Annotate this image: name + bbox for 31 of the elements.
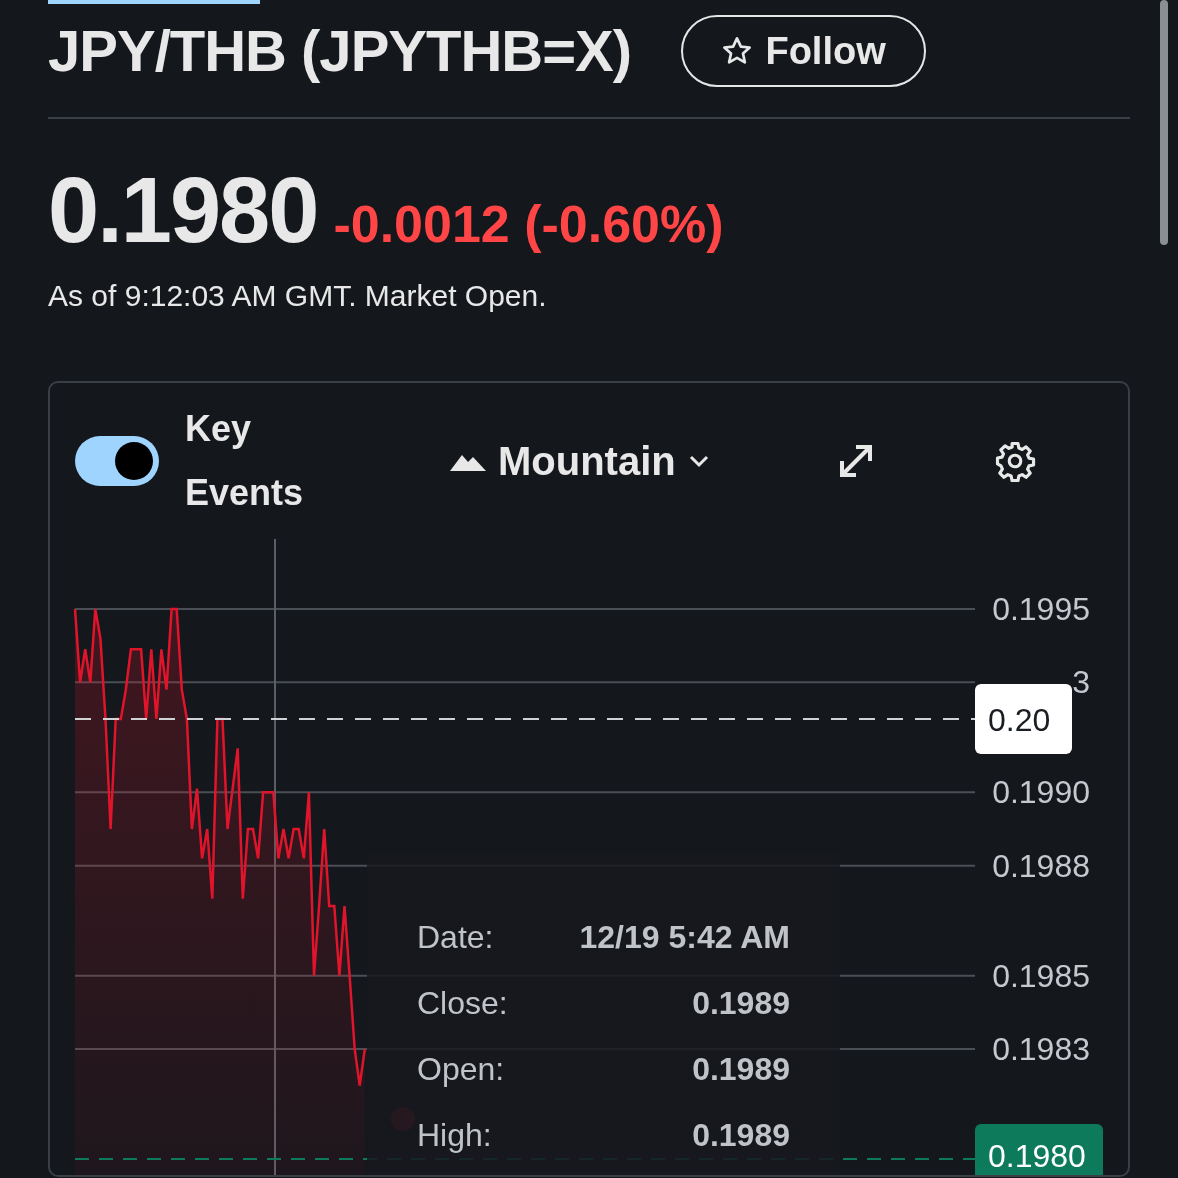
price-value: 0.1980 (48, 164, 318, 256)
follow-button[interactable]: Follow (681, 15, 927, 87)
tooltip-label: Close: (417, 984, 508, 1023)
tooltip-value: 0.1989 (692, 1116, 790, 1155)
tooltip-value: 0.1989 (692, 1050, 790, 1089)
scrollbar[interactable] (1160, 0, 1168, 245)
chevron-down-icon (687, 454, 710, 468)
axis-tick-label: 0.1985 (992, 957, 1090, 994)
market-status-text: As of 9:12:03 AM GMT. Market Open. (48, 278, 548, 314)
previous-close-label: 0.20 (975, 684, 1072, 754)
price-change: -0.0012 (-0.60%) (333, 194, 724, 255)
axis-tick-label: 3 (1072, 664, 1090, 701)
key-events-toggle[interactable] (75, 436, 159, 486)
settings-icon[interactable] (993, 440, 1036, 482)
star-icon (721, 35, 754, 67)
tooltip-label: Open: (417, 1050, 505, 1089)
tooltip-label: High: (417, 1116, 492, 1155)
chart-type-dropdown[interactable]: Mountain (450, 431, 710, 491)
tooltip-label: Date: (417, 918, 494, 957)
axis-tick-label: 0.1995 (992, 591, 1090, 627)
current-price-label: 0.1980 (975, 1124, 1103, 1175)
tooltip-value: 0.1989 (692, 984, 790, 1023)
tooltip-value: 12/19 5:42 AM (579, 918, 790, 957)
key-events-label: Key Events (185, 407, 305, 515)
axis-tick-label: 0.1990 (992, 774, 1090, 811)
axis-tick-label: 0.1988 (992, 847, 1090, 884)
expand-icon[interactable] (837, 443, 874, 479)
quote-title: JPY/THB (JPYTHB=X) (48, 17, 632, 85)
ref-line-label: 0.1980 (988, 1138, 1086, 1174)
axis-tick-label: 0.1983 (992, 1031, 1090, 1067)
ref-line-label: 0.20 (988, 702, 1051, 738)
